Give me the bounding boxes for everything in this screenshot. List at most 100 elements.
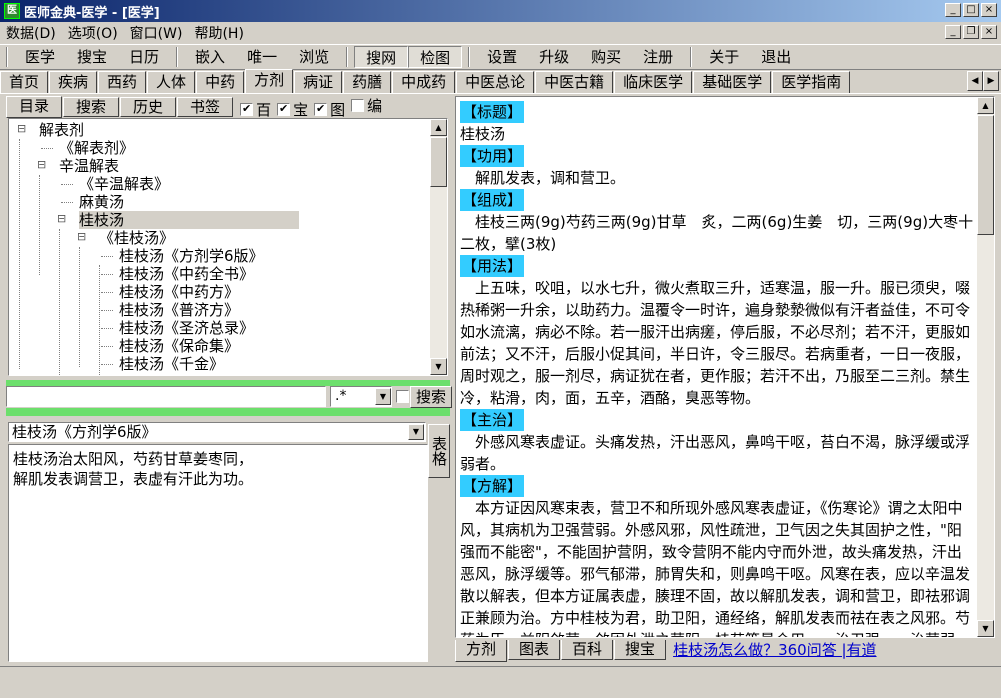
source-select[interactable]: 桂枝汤《方剂学6版》 ▼ <box>8 422 426 442</box>
tree-item[interactable]: 麻黄汤 <box>79 193 124 211</box>
section-header: 【标题】 <box>460 101 525 123</box>
tab-soubao[interactable]: 搜宝 <box>614 640 667 660</box>
checkmark-icon[interactable]: ✔ <box>277 102 291 116</box>
menu-bar: 数据(D) 选项(O) 窗口(W) 帮助(H) _ ❐ × <box>0 22 1001 44</box>
toolbar-unique-button[interactable]: 唯一 <box>236 46 288 68</box>
tree-item[interactable]: 桂枝汤《圣济总录》 <box>119 319 254 337</box>
tab-scroll-left-icon[interactable]: ◀ <box>967 71 983 91</box>
collapse-icon[interactable]: ⊟ <box>57 212 66 225</box>
content-scrollbar[interactable]: ▲ ▼ <box>977 97 994 637</box>
toolbar-medicine-button[interactable]: 医学 <box>14 46 66 68</box>
mdi-close-button[interactable]: × <box>981 25 997 39</box>
maximize-button[interactable]: □ <box>963 3 979 17</box>
tree-item[interactable]: 桂枝汤《保命集》 <box>119 337 239 355</box>
tab-search[interactable]: 搜索 <box>63 97 120 117</box>
toolbar-calendar-button[interactable]: 日历 <box>118 46 170 68</box>
tree-item[interactable]: 桂枝汤《方剂学6版》 <box>119 247 264 265</box>
toolbar-separator <box>690 47 693 67</box>
scroll-up-icon[interactable]: ▲ <box>977 97 994 114</box>
window-title: 医师金典-医学 - [医学] <box>24 5 160 21</box>
tree-item[interactable]: 《桂枝汤》 <box>99 229 174 247</box>
toolbar-buy-button[interactable]: 购买 <box>580 46 632 68</box>
collapse-icon[interactable]: ⊟ <box>37 158 46 171</box>
close-button[interactable]: × <box>981 3 997 17</box>
scroll-down-icon[interactable]: ▼ <box>430 358 447 375</box>
search-input[interactable] <box>6 386 326 407</box>
toolbar-register-button[interactable]: 注册 <box>632 46 684 68</box>
tree-item[interactable]: 桂枝汤《中药全书》 <box>119 265 254 283</box>
tree-item[interactable]: 《辛温解表》 <box>79 175 169 193</box>
category-tab[interactable]: 基础医学 <box>693 71 772 93</box>
collapse-icon[interactable]: ⊟ <box>77 230 86 243</box>
regex-checkbox[interactable] <box>396 390 409 403</box>
category-tab[interactable]: 中医总论 <box>456 71 535 93</box>
toolbar-embed-button[interactable]: 嵌入 <box>184 46 236 68</box>
empty-checkbox-icon[interactable] <box>351 98 365 112</box>
category-tab[interactable]: 方剂 <box>245 69 294 93</box>
filter-checkbox[interactable]: ✔ 宝 <box>277 99 308 120</box>
category-tab[interactable]: 西药 <box>98 71 147 93</box>
toolbar-exit-button[interactable]: 退出 <box>750 46 802 68</box>
toolbar-search-web-button[interactable]: 搜网 <box>354 46 409 68</box>
menu-data[interactable]: 数据(D) <box>0 23 62 43</box>
tab-formula[interactable]: 方剂 <box>455 640 508 662</box>
toolbar-settings-button[interactable]: 设置 <box>476 46 528 68</box>
chevron-down-icon[interactable]: ▼ <box>408 424 424 440</box>
tree-connector <box>59 229 60 375</box>
category-tab[interactable]: 病证 <box>294 71 343 93</box>
scroll-down-icon[interactable]: ▼ <box>977 620 994 637</box>
minimize-button[interactable]: _ <box>945 3 961 17</box>
category-tab[interactable]: 医学指南 <box>772 71 851 93</box>
category-tab[interactable]: 中药 <box>196 71 245 93</box>
chevron-down-icon[interactable]: ▼ <box>375 388 391 405</box>
section-text: 本方证因风寒束表，营卫不和所现外感风寒表虚证，《伤寒论》谓之太阳中风，其病机为卫… <box>460 499 971 637</box>
filter-checkbox[interactable]: ✔ 百 <box>240 99 271 120</box>
category-tabs: 首页 疾病 西药 人体 中药 方剂 病证 药膳 中成药 中医总论 中医古籍 临床医学 基础医学 医学指南 <box>0 69 1001 94</box>
related-link[interactable]: 桂枝汤怎么做？360问答 |有道 <box>673 640 876 660</box>
tree-item[interactable]: 桂枝汤 <box>79 211 299 229</box>
scroll-thumb[interactable] <box>977 115 994 235</box>
tree-item[interactable]: 辛温解表 <box>59 157 119 175</box>
menu-window[interactable]: 窗口(W) <box>124 23 189 43</box>
mdi-restore-button[interactable]: ❐ <box>963 25 979 39</box>
tab-history[interactable]: 历史 <box>120 97 177 117</box>
category-tab[interactable]: 疾病 <box>49 71 98 93</box>
tree-item[interactable]: 桂枝汤《中药方》 <box>119 283 239 301</box>
tab-bookmarks[interactable]: 书签 <box>177 97 234 117</box>
tree-item[interactable]: 桂枝汤《普济方》 <box>119 301 239 319</box>
category-tab[interactable]: 中成药 <box>392 71 456 93</box>
category-tab[interactable]: 首页 <box>0 71 49 93</box>
tree-connector <box>101 346 113 347</box>
tree-item[interactable]: 解表剂 <box>39 121 84 139</box>
collapse-icon[interactable]: ⊟ <box>17 122 26 135</box>
toolbar-soubao-button[interactable]: 搜宝 <box>66 46 118 68</box>
scroll-up-icon[interactable]: ▲ <box>430 119 447 136</box>
filter-checkbox[interactable]: 编 <box>351 95 382 116</box>
filter-label: 百 <box>256 100 272 119</box>
tab-scroll-right-icon[interactable]: ▶ <box>983 71 999 91</box>
search-button[interactable]: 搜索 <box>410 386 452 408</box>
checkmark-icon[interactable]: ✔ <box>240 102 254 116</box>
category-tab[interactable]: 中医古籍 <box>535 71 614 93</box>
tree-item[interactable]: 桂枝汤《千金》 <box>119 355 224 373</box>
regex-select[interactable]: .* ▼ <box>330 386 392 407</box>
toolbar-browse-button[interactable]: 浏览 <box>288 46 340 68</box>
tab-encyclopedia[interactable]: 百科 <box>561 640 614 660</box>
tab-table[interactable]: 表格 <box>428 424 450 478</box>
checkmark-icon[interactable]: ✔ <box>314 102 328 116</box>
toolbar-about-button[interactable]: 关于 <box>698 46 750 68</box>
mdi-minimize-button[interactable]: _ <box>945 25 961 39</box>
toolbar-image-search-button[interactable]: 检图 <box>408 46 463 68</box>
tree-scrollbar[interactable]: ▲ ▼ <box>430 119 447 375</box>
toolbar-upgrade-button[interactable]: 升级 <box>528 46 580 68</box>
menu-options[interactable]: 选项(O) <box>62 23 124 43</box>
category-tab[interactable]: 临床医学 <box>614 71 693 93</box>
category-tab[interactable]: 人体 <box>147 71 196 93</box>
scroll-thumb[interactable] <box>430 137 447 187</box>
category-tab[interactable]: 药膳 <box>343 71 392 93</box>
menu-help[interactable]: 帮助(H) <box>188 23 249 43</box>
tree-item[interactable]: 《解表剂》 <box>59 139 134 157</box>
tab-charts[interactable]: 图表 <box>508 640 561 660</box>
tab-contents[interactable]: 目录 <box>6 96 63 118</box>
filter-checkbox[interactable]: ✔ 图 <box>314 99 345 120</box>
